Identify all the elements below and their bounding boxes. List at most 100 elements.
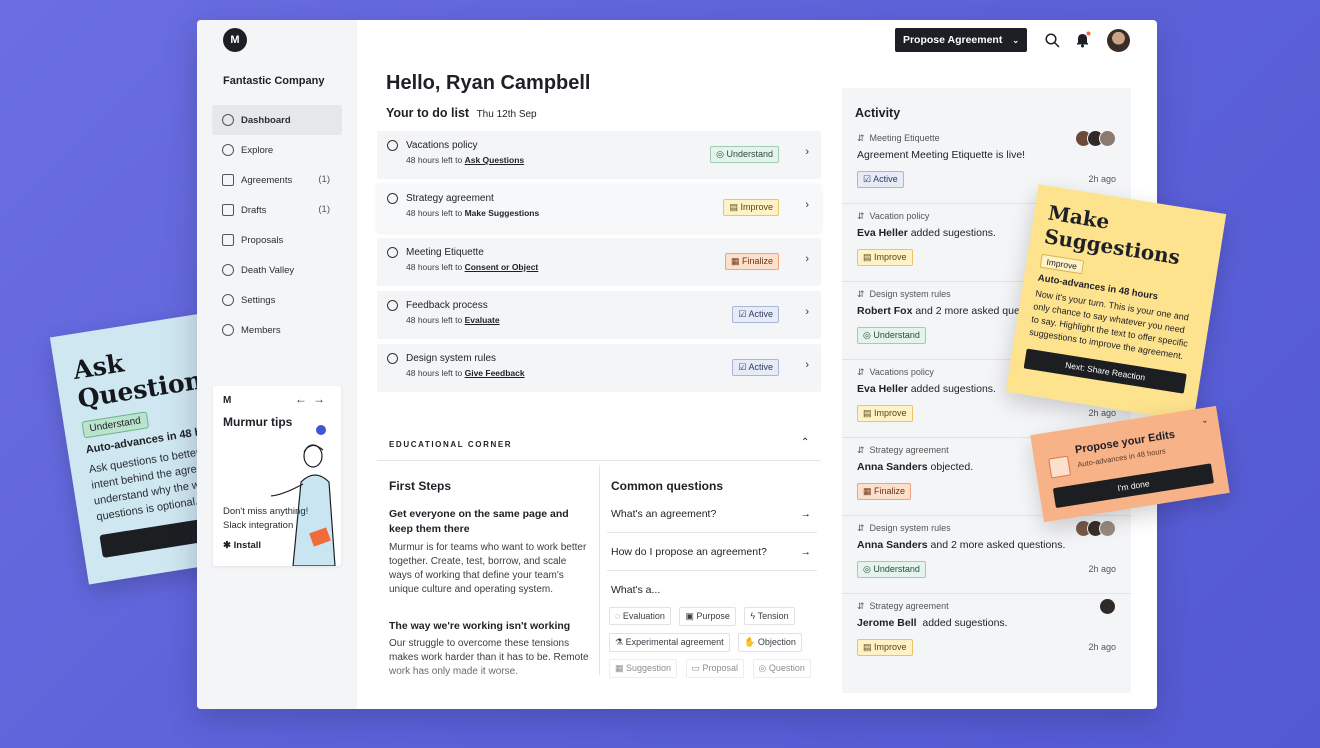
tips-arrows[interactable]: ←→ [295,392,331,406]
chevron-right-icon[interactable]: › [805,253,809,265]
glossary-chip[interactable]: ⚗ Experimental agreement [609,633,730,652]
glossary-chip[interactable]: ◌ Evaluation [609,607,671,625]
todo-item[interactable]: Meeting Etiquette 48 hours left to Conse… [377,237,821,286]
glossary-chip[interactable]: ✋ Objection [738,633,802,652]
person-illustration-icon [271,425,336,566]
question-link[interactable]: What's an agreement? → [611,508,815,520]
tips-logo: M [223,395,232,406]
todo-sub: 48 hours left to Evaluate [406,315,500,325]
arrow-right-icon: → [800,546,812,558]
logo[interactable]: M [223,28,247,52]
first-steps-text: Murmur is for teams who want to work bet… [389,542,587,595]
activity-text: added sugestions. [907,227,996,239]
compass-icon [222,144,234,156]
glossary-chip[interactable]: ▦ Suggestion [609,659,678,678]
first-steps-heading: Get everyone on the same page and keep t… [389,508,569,535]
chevron-right-icon[interactable]: › [805,306,809,318]
todo-heading: Your to do list Thu 12th Sep [386,106,537,120]
avatar-group [1099,598,1116,615]
chevron-right-icon[interactable]: › [805,199,809,211]
status-badge: ▤ Improve [857,249,913,266]
sidebar-item-settings[interactable]: Settings [212,285,342,315]
agreement-icon [387,299,398,311]
install-link[interactable]: ✱ Install [223,540,261,551]
chevron-down-icon: ⌄ [1012,35,1020,45]
todo-action-link[interactable]: Make Suggestions [465,208,540,218]
activity-text: Agreement Meeting Etiquette is live! [857,149,1026,161]
todo-item[interactable]: Design system rules 48 hours left to Giv… [377,344,821,393]
question-link[interactable]: How do I propose an agreement? → [611,546,815,558]
status-badge: ◎ Understand [857,561,926,578]
todo-action-link[interactable]: Evaluate [465,315,500,325]
glossary-chip[interactable]: ϟ Tension [744,607,795,625]
question-label: What's an agreement? [611,508,717,520]
user-avatar[interactable] [1107,29,1130,52]
activity-item[interactable]: Design system rules Anna Sanders and 2 m… [842,516,1131,594]
sidebar-item-agreements[interactable]: Agreements (1) [212,165,342,195]
activity-message: Agreement Meeting Etiquette is live! [857,149,1025,161]
draft-icon [222,204,234,216]
chip-label: Objection [757,637,796,647]
chip-label: Experimental agreement [625,637,724,647]
sidebar-item-members[interactable]: Members [212,315,342,345]
chip-label: Suggestion [626,663,672,673]
todo-prefix: 48 hours left to [406,368,465,379]
sidebar-item-death-valley[interactable]: Death Valley [212,255,342,285]
todo-item[interactable]: Vacations policy 48 hours left to Ask Qu… [377,131,821,179]
activity-text: objected. [927,461,974,473]
skull-icon [222,264,234,276]
activity-user: Anna Sanders [857,539,928,551]
sidebar-item-label: Settings [241,294,276,306]
activity-item[interactable]: Strategy agreement Jerome Bell added sug… [842,594,1131,672]
sidebar-item-explore[interactable]: Explore [212,135,342,165]
activity-text: added sugestions. [907,383,996,395]
todo-action-link[interactable]: Give Feedback [465,368,525,378]
todo-sub: 48 hours left to Give Feedback [406,368,525,378]
todo-item[interactable]: Strategy agreement 48 hours left to Make… [377,184,821,233]
sidebar-item-proposals[interactable]: Proposals [212,225,342,255]
activity-user: Jerome Bell [857,617,917,629]
status-badge: ☑ Active [732,305,779,323]
status-badge-label: Finalize [741,255,773,266]
status-badge-label: Active [873,174,898,184]
sidebar-item-label: Explore [241,144,274,156]
status-badge: ▤ Improve [857,639,913,656]
divider [607,532,817,533]
status-badge-label: Improve [740,202,773,213]
activity-time: 2h ago [1088,642,1116,652]
propose-done-button[interactable]: I'm done [1052,463,1215,509]
drafts-count: (1) [318,204,330,215]
status-badge: ▦ Finalize [724,252,779,270]
chevron-up-icon[interactable]: ⌃ [801,437,809,448]
search-icon[interactable] [1045,33,1060,48]
glossary-chip[interactable]: ▣ Purpose [679,607,736,626]
activity-time: 2h ago [1088,408,1116,418]
murmur-tips-card: M ←→ Murmur tips Don't miss anything! Sl… [213,386,341,566]
agreement-icon [387,353,398,365]
sidebar-item-drafts[interactable]: Drafts (1) [212,195,342,225]
sidebar-item-dashboard[interactable]: Dashboard [212,105,342,135]
install-label: Install [233,540,262,551]
todo-action-link[interactable]: Ask Questions [465,155,525,165]
glossary-chip[interactable]: ▭ Proposal [685,659,745,678]
bell-icon[interactable] [1075,31,1091,48]
todo-title: Design system rules [406,353,497,365]
status-badge: ☑ Active [857,171,904,188]
status-badge: ☑ Active [732,359,779,377]
status-badge-label: Improve [874,642,907,652]
divider [607,570,817,571]
todo-action-link[interactable]: Consent or Object [465,262,539,272]
fade-overlay [377,660,599,709]
sidebar-item-label: Death Valley [241,264,295,276]
todo-date: Thu 12th Sep [476,109,537,120]
propose-agreement-button[interactable]: Propose Agreement ⌄ [895,28,1027,52]
chevron-down-icon[interactable]: ⌄ [1201,415,1209,425]
todo-item[interactable]: Feedback process 48 hours left to Evalua… [377,290,821,339]
chip-label: Question [768,663,805,673]
status-badge-label: Active [748,362,773,373]
chevron-right-icon[interactable]: › [805,146,809,158]
todo-title: Vacations policy [406,140,478,151]
finalize-icon [1048,455,1072,479]
glossary-chip[interactable]: ◎ Question [752,659,811,678]
chevron-right-icon[interactable]: › [805,359,809,371]
